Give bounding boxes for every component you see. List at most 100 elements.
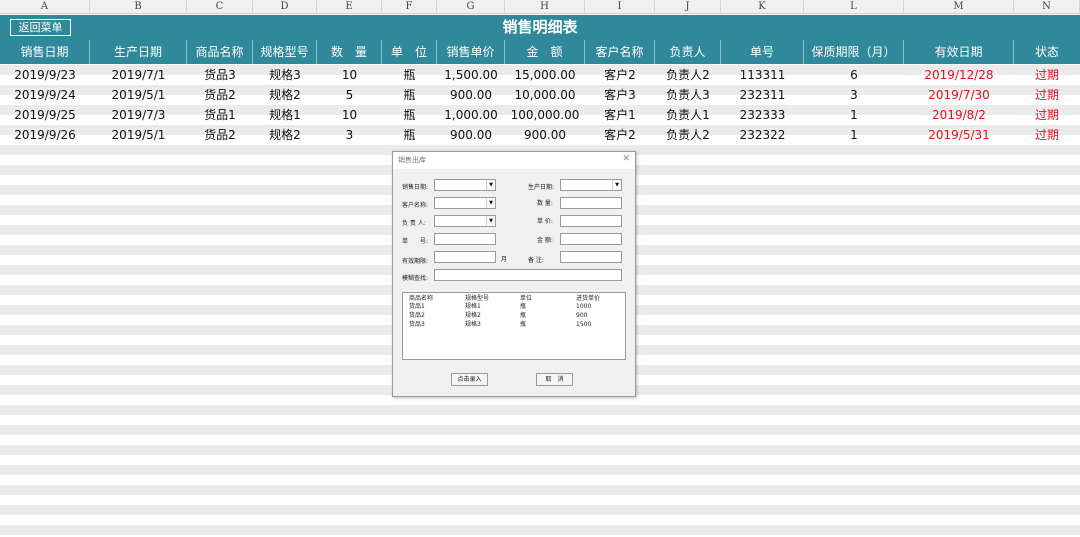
cell-manager[interactable]: 负责人2 bbox=[655, 125, 721, 145]
header-manager[interactable]: 负责人 bbox=[655, 40, 721, 64]
cell-order-no[interactable]: 232322 bbox=[721, 125, 804, 145]
header-production-date[interactable]: 生产日期 bbox=[90, 40, 187, 64]
cell-quantity[interactable]: 5 bbox=[317, 85, 382, 105]
header-unit-price[interactable]: 销售单价 bbox=[437, 40, 505, 64]
cell-production-date[interactable]: 2019/5/1 bbox=[90, 125, 187, 145]
cell-expiry-date[interactable]: 2019/5/31 bbox=[904, 125, 1014, 145]
chevron-down-icon[interactable]: ▼ bbox=[486, 216, 495, 226]
cell-spec[interactable]: 规格2 bbox=[253, 125, 317, 145]
header-product-name[interactable]: 商品名称 bbox=[187, 40, 253, 64]
column-letter[interactable]: A bbox=[0, 0, 90, 14]
header-unit[interactable]: 单 位 bbox=[382, 40, 437, 64]
cell-sale-date[interactable]: 2019/9/23 bbox=[0, 65, 90, 85]
cell-manager[interactable]: 负责人3 bbox=[655, 85, 721, 105]
cell-shelf-life[interactable]: 1 bbox=[804, 105, 904, 125]
cell-product-name[interactable]: 货品3 bbox=[187, 65, 253, 85]
validity-input[interactable] bbox=[434, 251, 496, 263]
cell-sale-date[interactable]: 2019/9/26 bbox=[0, 125, 90, 145]
cell-product-name[interactable]: 货品1 bbox=[187, 105, 253, 125]
cell-production-date[interactable]: 2019/7/3 bbox=[90, 105, 187, 125]
cell-quantity[interactable]: 10 bbox=[317, 65, 382, 85]
chevron-down-icon[interactable]: ▼ bbox=[486, 180, 495, 190]
cell-unit[interactable]: 瓶 bbox=[382, 105, 437, 125]
list-item[interactable]: 货品3 规格3 瓶 1500 bbox=[403, 321, 625, 329]
cell-manager[interactable]: 负责人2 bbox=[655, 65, 721, 85]
cell-unit[interactable]: 瓶 bbox=[382, 125, 437, 145]
unit-price-input[interactable] bbox=[560, 215, 622, 227]
cell-spec[interactable]: 规格1 bbox=[253, 105, 317, 125]
product-listbox[interactable]: 商品名称 规格型号 单位 进货单价 货品1 规格1 瓶 1000 货品2 规格2… bbox=[402, 292, 626, 360]
list-item[interactable]: 货品1 规格1 瓶 1000 bbox=[403, 303, 625, 311]
cell-expiry-date[interactable]: 2019/12/28 bbox=[904, 65, 1014, 85]
header-expiry-date[interactable]: 有效日期 bbox=[904, 40, 1014, 64]
cell-status[interactable]: 过期 bbox=[1014, 85, 1080, 105]
cell-unit-price[interactable]: 1,500.00 bbox=[437, 65, 505, 85]
column-letter[interactable]: H bbox=[505, 0, 585, 14]
chevron-down-icon[interactable]: ▼ bbox=[612, 180, 621, 190]
cell-customer[interactable]: 客户2 bbox=[585, 125, 655, 145]
dialog-title-bar[interactable]: 销售出库 ✕ bbox=[393, 152, 635, 169]
cell-customer[interactable]: 客户1 bbox=[585, 105, 655, 125]
cell-sale-date[interactable]: 2019/9/24 bbox=[0, 85, 90, 105]
column-letter[interactable]: G bbox=[437, 0, 505, 14]
list-item[interactable]: 货品2 规格2 瓶 900 bbox=[403, 312, 625, 320]
cell-product-name[interactable]: 货品2 bbox=[187, 85, 253, 105]
cell-unit[interactable]: 瓶 bbox=[382, 85, 437, 105]
header-quantity[interactable]: 数 量 bbox=[317, 40, 382, 64]
column-letter[interactable]: F bbox=[382, 0, 437, 14]
cell-unit-price[interactable]: 900.00 bbox=[437, 85, 505, 105]
cancel-button[interactable]: 取 消 bbox=[536, 373, 573, 386]
cell-manager[interactable]: 负责人1 bbox=[655, 105, 721, 125]
cell-amount[interactable]: 15,000.00 bbox=[505, 65, 585, 85]
cell-production-date[interactable]: 2019/7/1 bbox=[90, 65, 187, 85]
header-sale-date[interactable]: 销售日期 bbox=[0, 40, 90, 64]
cell-unit[interactable]: 瓶 bbox=[382, 65, 437, 85]
cell-production-date[interactable]: 2019/5/1 bbox=[90, 85, 187, 105]
header-shelf-life[interactable]: 保质期限（月） bbox=[804, 40, 904, 64]
header-customer[interactable]: 客户名称 bbox=[585, 40, 655, 64]
close-icon[interactable]: ✕ bbox=[622, 154, 630, 164]
customer-combo[interactable]: ▼ bbox=[434, 197, 496, 209]
entry-button[interactable]: 点击录入 bbox=[451, 373, 488, 386]
quantity-input[interactable] bbox=[560, 197, 622, 209]
cell-shelf-life[interactable]: 1 bbox=[804, 125, 904, 145]
cell-product-name[interactable]: 货品2 bbox=[187, 125, 253, 145]
cell-quantity[interactable]: 10 bbox=[317, 105, 382, 125]
column-letter[interactable]: K bbox=[721, 0, 804, 14]
cell-amount[interactable]: 100,000.00 bbox=[505, 105, 585, 125]
order-no-input[interactable] bbox=[434, 233, 496, 245]
column-letter[interactable]: N bbox=[1014, 0, 1080, 14]
manager-combo[interactable]: ▼ bbox=[434, 215, 496, 227]
remark-input[interactable] bbox=[560, 251, 622, 263]
cell-status[interactable]: 过期 bbox=[1014, 65, 1080, 85]
header-spec[interactable]: 规格型号 bbox=[253, 40, 317, 64]
chevron-down-icon[interactable]: ▼ bbox=[486, 198, 495, 208]
cell-amount[interactable]: 10,000.00 bbox=[505, 85, 585, 105]
sale-date-combo[interactable]: ▼ bbox=[434, 179, 496, 191]
cell-order-no[interactable]: 113311 bbox=[721, 65, 804, 85]
column-letter[interactable]: L bbox=[804, 0, 904, 14]
cell-spec[interactable]: 规格2 bbox=[253, 85, 317, 105]
cell-spec[interactable]: 规格3 bbox=[253, 65, 317, 85]
cell-unit-price[interactable]: 900.00 bbox=[437, 125, 505, 145]
cell-amount[interactable]: 900.00 bbox=[505, 125, 585, 145]
cell-sale-date[interactable]: 2019/9/25 bbox=[0, 105, 90, 125]
back-to-menu-button[interactable]: 返回菜单 bbox=[10, 19, 71, 36]
column-letter[interactable]: D bbox=[253, 0, 317, 14]
cell-customer[interactable]: 客户3 bbox=[585, 85, 655, 105]
cell-shelf-life[interactable]: 3 bbox=[804, 85, 904, 105]
cell-order-no[interactable]: 232311 bbox=[721, 85, 804, 105]
cell-expiry-date[interactable]: 2019/8/2 bbox=[904, 105, 1014, 125]
column-letter[interactable]: M bbox=[904, 0, 1014, 14]
cell-quantity[interactable]: 3 bbox=[317, 125, 382, 145]
column-letter[interactable]: E bbox=[317, 0, 382, 14]
production-date-combo[interactable]: ▼ bbox=[560, 179, 622, 191]
fuzzy-search-input[interactable] bbox=[434, 269, 622, 281]
column-letter[interactable]: C bbox=[187, 0, 253, 14]
cell-unit-price[interactable]: 1,000.00 bbox=[437, 105, 505, 125]
column-letter[interactable]: B bbox=[90, 0, 187, 14]
header-status[interactable]: 状态 bbox=[1014, 40, 1080, 64]
cell-order-no[interactable]: 232333 bbox=[721, 105, 804, 125]
cell-expiry-date[interactable]: 2019/7/30 bbox=[904, 85, 1014, 105]
header-order-no[interactable]: 单号 bbox=[721, 40, 804, 64]
